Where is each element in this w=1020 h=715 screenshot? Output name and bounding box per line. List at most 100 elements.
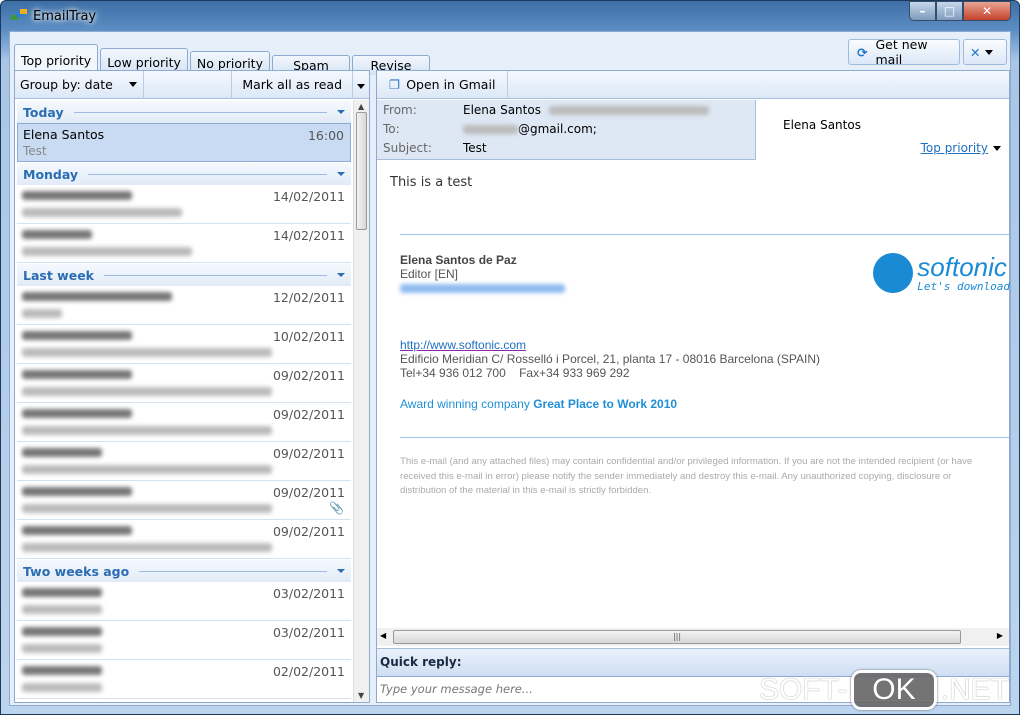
collapse-icon[interactable]: [337, 172, 345, 176]
logo-tagline: Let's download: [917, 279, 1010, 293]
sender-blurred: [22, 230, 92, 239]
logo-text: softonic: [917, 251, 1007, 282]
group-label: Two weeks ago: [23, 563, 130, 579]
date: 09/02/2011: [272, 446, 345, 461]
mark-options-dropdown[interactable]: [353, 77, 369, 92]
mail-item[interactable]: 10/02/2011: [17, 325, 351, 364]
sender-blurred: [22, 487, 132, 496]
minimize-button[interactable]: –: [909, 1, 936, 21]
mail-item[interactable]: 09/02/2011: [17, 442, 351, 481]
attachment-icon: 📎: [329, 501, 344, 515]
to-email-blurred: [463, 125, 518, 134]
group-header[interactable]: Last week: [17, 264, 351, 286]
sender-blurred: [22, 627, 102, 636]
website-link[interactable]: http://www.softonic.com: [400, 338, 526, 352]
chevron-down-icon: [985, 49, 994, 55]
collapse-icon[interactable]: [337, 110, 345, 114]
body-text: This is a test: [390, 175, 473, 190]
chevron-down-icon: [357, 84, 365, 89]
date: 09/02/2011: [272, 485, 345, 500]
subject-label: Subject:: [383, 141, 432, 155]
app-logo-icon: [11, 9, 27, 23]
contact-card: Elena Santos Top priority: [755, 100, 1009, 160]
scroll-thumb[interactable]: [356, 112, 367, 230]
subject-blurred: [22, 208, 182, 217]
mail-list-pane: Group by: date Mark all as read Today Ele…: [14, 70, 370, 703]
group-by-label: Group by: date: [20, 77, 113, 92]
subject-blurred: [22, 387, 272, 396]
sender: Elena Santos: [23, 127, 105, 142]
open-in-gmail-label: Open in Gmail: [406, 77, 496, 92]
group-label: Last week: [23, 267, 94, 283]
horizontal-scrollbar[interactable]: ◀ ||| ▶: [377, 628, 1009, 646]
mail-item[interactable]: 03/02/2011: [17, 621, 351, 660]
maximize-button[interactable]: □: [936, 1, 963, 21]
sender-blurred: [22, 588, 102, 597]
list-scrollbar[interactable]: ▲ ▼: [353, 100, 369, 702]
subject-blurred: [22, 683, 102, 692]
from-email-blurred: [548, 106, 709, 115]
sender-blurred: [22, 526, 132, 535]
sender-blurred: [22, 370, 132, 379]
group-header[interactable]: Monday: [17, 163, 351, 185]
mail-item[interactable]: 03/02/2011: [17, 582, 351, 621]
date: 14/02/2011: [272, 228, 345, 243]
date: 09/02/2011: [272, 368, 345, 383]
app-window: EmailTray – □ ✕ Top priority Low priorit…: [0, 0, 1020, 715]
signature-email-blurred: [400, 284, 565, 293]
scroll-thumb[interactable]: |||: [393, 630, 961, 644]
sender-blurred: [22, 448, 102, 457]
mail-item[interactable]: 14/02/2011: [17, 224, 351, 263]
sender-blurred: [22, 191, 132, 200]
subject-value: Test: [463, 141, 487, 155]
from-label: From:: [383, 103, 417, 117]
reading-pane: ❐ Open in Gmail From: Elena Santos To: @gma…: [376, 70, 1010, 703]
watermark: SOFT- OK .NET: [759, 670, 1009, 710]
mail-item[interactable]: 09/02/2011 📎: [17, 481, 351, 520]
to-value: @gmail.com;: [518, 122, 597, 136]
date: 02/02/2011: [272, 664, 345, 679]
mail-item[interactable]: 12/02/2011: [17, 286, 351, 325]
mail-item[interactable]: 02/02/2011: [17, 660, 351, 699]
group-header[interactable]: Two weeks ago: [17, 560, 351, 582]
tools-menu-button[interactable]: ✕: [963, 39, 1007, 65]
date: 03/02/2011: [272, 625, 345, 640]
group-label: Monday: [23, 166, 79, 182]
mail-item[interactable]: 14/02/2011: [17, 185, 351, 224]
sender-blurred: [22, 666, 102, 675]
collapse-icon[interactable]: [337, 569, 345, 573]
group-by-dropdown[interactable]: Group by: date: [15, 77, 143, 92]
message-body: This is a test Elena Santos de Paz Edito…: [377, 161, 1010, 628]
watermark-left: SOFT-: [758, 673, 848, 706]
date: 09/02/2011: [272, 524, 345, 539]
chevron-down-icon: [129, 82, 137, 87]
title-bar: EmailTray – □ ✕: [1, 1, 1019, 31]
mail-item[interactable]: Elena Santos Test 16:00: [17, 123, 351, 162]
sender-blurred: [22, 409, 132, 418]
mail-list: Today Elena Santos Test 16:00 Monday 14/02/20…: [15, 100, 353, 702]
client-area: Top priority Low priority No priority Sp…: [9, 31, 1011, 706]
date: 14/02/2011: [272, 189, 345, 204]
mark-all-read-button[interactable]: Mark all as read: [232, 77, 352, 92]
get-new-mail-button[interactable]: ⟳ Get new mail: [848, 37, 960, 67]
mail-item[interactable]: 09/02/2011: [17, 520, 351, 559]
priority-link[interactable]: Top priority: [921, 141, 988, 155]
softonic-logo: softonic Let's download: [873, 253, 1010, 293]
priority-dropdown[interactable]: Top priority: [921, 141, 1001, 155]
mail-item[interactable]: 09/02/2011: [17, 364, 351, 403]
close-button[interactable]: ✕: [963, 1, 1011, 21]
group-header[interactable]: Today: [17, 101, 351, 123]
from-value: Elena Santos: [463, 103, 541, 117]
message-header: From: Elena Santos To: @gmail.com; Subject…: [377, 100, 1009, 160]
watermark-mid: OK: [851, 670, 937, 710]
subject-blurred: [22, 543, 272, 552]
subject: Test: [23, 144, 47, 158]
subject-blurred: [22, 605, 102, 614]
collapse-icon[interactable]: [337, 273, 345, 277]
sender-blurred: [22, 292, 172, 301]
date: 16:00: [307, 128, 344, 143]
chevron-down-icon: [993, 145, 1001, 151]
open-in-gmail-button[interactable]: ❐ Open in Gmail: [377, 71, 507, 99]
mail-item[interactable]: 09/02/2011: [17, 403, 351, 442]
date: 12/02/2011: [272, 290, 345, 305]
